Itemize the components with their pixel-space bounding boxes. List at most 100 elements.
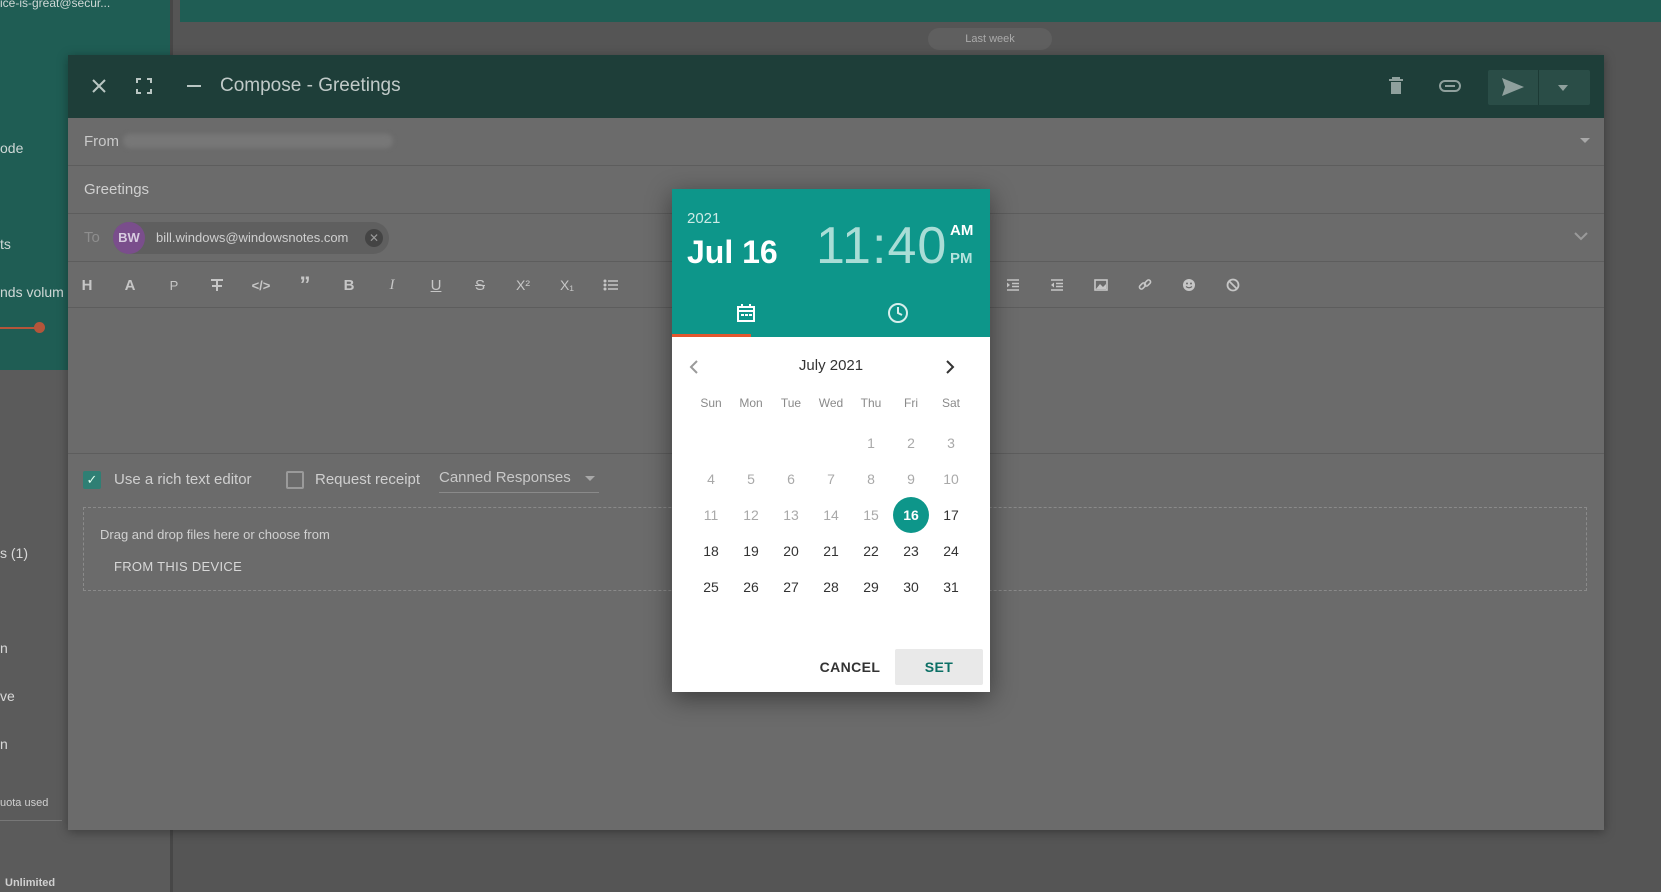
- sidebar-item-text: n: [0, 736, 8, 752]
- bulleted-list-icon[interactable]: [596, 272, 626, 298]
- chevron-down-icon[interactable]: [1574, 228, 1588, 244]
- sidebar-item-text: s (1): [0, 545, 28, 561]
- code-icon[interactable]: </>: [246, 272, 276, 298]
- weekday-label: Tue: [780, 396, 802, 410]
- paragraph-icon[interactable]: P: [159, 272, 189, 298]
- picker-hour[interactable]: 11: [816, 217, 872, 275]
- weekday-label: Sun: [700, 396, 722, 410]
- outdent-icon[interactable]: [1042, 272, 1072, 298]
- set-button[interactable]: SET: [895, 649, 983, 685]
- calendar-day: 3: [947, 435, 955, 451]
- am-toggle[interactable]: AM: [950, 222, 973, 239]
- clear-icon[interactable]: [1218, 272, 1248, 298]
- calendar-day[interactable]: 23: [893, 533, 929, 569]
- calendar-day[interactable]: 30: [893, 569, 929, 605]
- emoji-icon[interactable]: [1174, 272, 1204, 298]
- month-navigation: July 2021: [672, 337, 990, 397]
- minimize-icon[interactable]: [180, 72, 208, 100]
- calendar-day: 2: [907, 435, 915, 451]
- next-month-icon[interactable]: [938, 355, 962, 379]
- canned-responses-select[interactable]: Canned Responses: [439, 469, 599, 493]
- send-divider: [1538, 70, 1539, 105]
- calendar-day[interactable]: 26: [733, 569, 769, 605]
- picker-minute[interactable]: 40: [887, 217, 947, 275]
- attachment-icon[interactable]: [1436, 72, 1464, 100]
- sidebar-item-text: nds volum: [0, 284, 64, 300]
- recipient-email: bill.windows@windowsnotes.com: [156, 230, 349, 245]
- pm-toggle[interactable]: PM: [950, 250, 973, 267]
- calendar-day[interactable]: 20: [773, 533, 809, 569]
- from-device-button[interactable]: FROM THIS DEVICE: [114, 559, 242, 574]
- rich-text-checkbox[interactable]: ✓: [83, 471, 101, 489]
- calendar-day[interactable]: 28: [813, 569, 849, 605]
- sidebar-item-text: ve: [0, 688, 15, 704]
- fullscreen-icon[interactable]: [130, 72, 158, 100]
- indent-icon[interactable]: [998, 272, 1028, 298]
- underline-icon[interactable]: U: [421, 272, 451, 298]
- calendar-day[interactable]: 22: [853, 533, 889, 569]
- recipient-chip[interactable]: BW bill.windows@windowsnotes.com ✕: [113, 222, 389, 254]
- calendar-day-selected[interactable]: 16: [893, 497, 929, 533]
- sidebar-volume-knob: [34, 322, 45, 333]
- sidebar-unlimited-text: Unlimited: [5, 877, 56, 889]
- clear-format-icon[interactable]: [202, 272, 232, 298]
- sidebar-item-text: n: [0, 640, 8, 656]
- remove-recipient-icon[interactable]: ✕: [365, 229, 383, 247]
- calendar-day[interactable]: 24: [933, 533, 969, 569]
- calendar-day: 8: [867, 471, 875, 487]
- calendar-day: 1: [867, 435, 875, 451]
- background-message-bar: [180, 0, 1661, 22]
- calendar-day[interactable]: 17: [933, 497, 969, 533]
- from-label: From: [84, 133, 119, 150]
- weekday-label: Thu: [860, 396, 882, 410]
- calendar-day[interactable]: 25: [693, 569, 729, 605]
- calendar-tab-icon[interactable]: [734, 301, 758, 325]
- calendar-day: 11: [703, 507, 719, 523]
- font-color-icon[interactable]: A: [115, 272, 145, 298]
- italic-icon[interactable]: I: [377, 272, 407, 298]
- bold-icon[interactable]: B: [334, 272, 364, 298]
- calendar-day: 5: [747, 471, 755, 487]
- subject-field[interactable]: Greetings: [84, 181, 149, 198]
- clock-tab-icon[interactable]: [886, 301, 910, 325]
- calendar-day[interactable]: 31: [933, 569, 969, 605]
- calendar-day: 14: [823, 507, 839, 523]
- dropzone-text: Drag and drop files here or choose from: [100, 527, 330, 542]
- picker-header: 2021 Jul 16 11:40 AM PM: [672, 189, 990, 337]
- sidebar-item-text: ode: [0, 140, 24, 156]
- canned-responses-caret-icon: [585, 476, 595, 481]
- strikethrough-icon[interactable]: S: [465, 272, 495, 298]
- calendar-day[interactable]: 21: [813, 533, 849, 569]
- to-label: To: [84, 229, 100, 246]
- from-row[interactable]: From: [68, 118, 1604, 166]
- weekday-label: Sat: [941, 396, 960, 410]
- picker-date[interactable]: Jul 16: [687, 234, 778, 271]
- picker-time[interactable]: 11:40: [816, 216, 947, 276]
- timeline-divider: Last week: [928, 28, 1052, 50]
- request-receipt-checkbox[interactable]: [286, 471, 304, 489]
- send-options-chevron-icon[interactable]: [1558, 85, 1568, 91]
- calendar-day[interactable]: 18: [693, 533, 729, 569]
- image-icon[interactable]: [1086, 272, 1116, 298]
- request-receipt-label: Request receipt: [315, 471, 421, 488]
- subscript-icon[interactable]: X₁: [552, 272, 582, 298]
- superscript-icon[interactable]: X²: [508, 272, 538, 298]
- from-dropdown-icon[interactable]: [1580, 138, 1590, 143]
- link-icon[interactable]: [1130, 272, 1160, 298]
- sidebar-quota-text: uota used: [0, 797, 49, 809]
- close-icon[interactable]: [85, 72, 113, 100]
- cancel-button[interactable]: CANCEL: [810, 649, 890, 685]
- calendar-day[interactable]: 27: [773, 569, 809, 605]
- quote-icon[interactable]: ”: [290, 272, 320, 298]
- sidebar-account-text: ice-is-great@secur...: [0, 0, 111, 10]
- calendar-day[interactable]: 19: [733, 533, 769, 569]
- trash-icon[interactable]: [1382, 72, 1410, 100]
- picker-year[interactable]: 2021: [687, 210, 720, 227]
- weekday-label: Mon: [739, 396, 763, 410]
- calendar-day: 7: [827, 471, 835, 487]
- heading-icon[interactable]: H: [72, 272, 102, 298]
- send-button-group: [1488, 70, 1590, 105]
- send-icon[interactable]: [1501, 77, 1525, 102]
- calendar-day[interactable]: 29: [853, 569, 889, 605]
- weekday-label: Fri: [904, 396, 918, 410]
